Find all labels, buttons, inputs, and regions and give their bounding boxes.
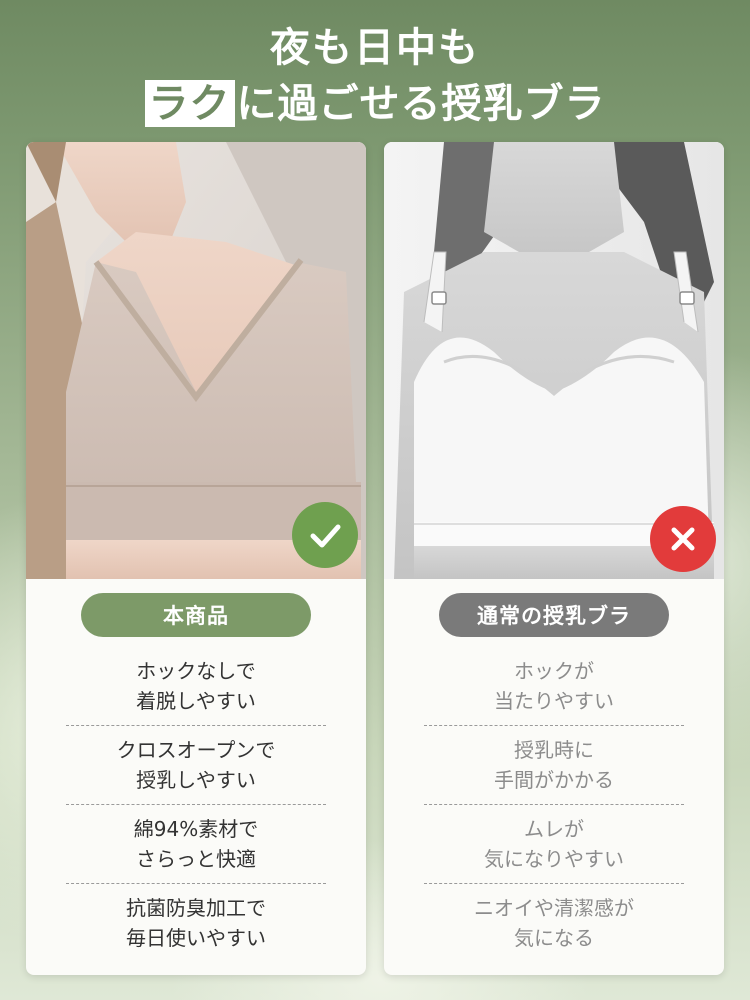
product-label-badge: 本商品 [81, 593, 311, 637]
feature-line-2: 当たりやすい [494, 689, 614, 713]
list-item: ホックなしで 着脱しやすい [26, 647, 366, 725]
feature-line-1: クロスオープンで [116, 738, 276, 762]
feature-line-1: 授乳時に [514, 738, 594, 762]
feature-line-2: 着脱しやすい [136, 689, 256, 713]
check-icon [310, 524, 341, 548]
list-item: クロスオープンで 授乳しやすい [26, 726, 366, 804]
feature-line-1: ホックなしで [136, 659, 256, 683]
comparison-feature-list: ホックが 当たりやすい 授乳時に 手間がかかる ムレが 気になりやすい ニオイや… [384, 647, 724, 962]
feature-line-2: 毎日使いやすい [126, 926, 266, 950]
headline-line-2-rest: に過ごせる授乳ブラ [236, 80, 606, 127]
product-feature-list: ホックなしで 着脱しやすい クロスオープンで 授乳しやすい 綿94%素材で さら… [26, 647, 366, 962]
list-item: ニオイや清潔感が 気になる [384, 884, 724, 962]
list-item: 抗菌防臭加工で 毎日使いやすい [26, 884, 366, 962]
headline: 夜も日中も ラク に過ごせる授乳ブラ [0, 22, 750, 132]
feature-line-1: ホックが [514, 659, 594, 683]
feature-line-1: ムレが [524, 817, 584, 841]
check-badge [292, 502, 358, 568]
list-item: 授乳時に 手間がかかる [384, 726, 724, 804]
feature-line-2: 手間がかかる [494, 768, 614, 792]
feature-line-2: さらっと快適 [136, 847, 256, 871]
headline-line-1: 夜も日中も [270, 24, 480, 71]
cross-badge [650, 506, 716, 572]
list-item: ホックが 当たりやすい [384, 647, 724, 725]
feature-line-2: 授乳しやすい [136, 768, 256, 792]
list-item: ムレが 気になりやすい [384, 805, 724, 883]
list-item: 綿94%素材で さらっと快適 [26, 805, 366, 883]
feature-line-1: 綿94%素材で [133, 817, 259, 841]
feature-line-2: 気になる [514, 926, 594, 950]
headline-highlight: ラク [144, 80, 235, 127]
cross-icon [671, 527, 695, 551]
feature-line-2: 気になりやすい [484, 847, 624, 871]
feature-line-1: 抗菌防臭加工で [126, 896, 266, 920]
comparison-card: 通常の授乳ブラ ホックが 当たりやすい 授乳時に 手間がかかる ムレが 気になり… [384, 142, 724, 975]
feature-line-1: ニオイや清潔感が [474, 896, 634, 920]
comparison-label-badge: 通常の授乳ブラ [439, 593, 669, 637]
headline-line-2: ラク に過ごせる授乳ブラ [0, 76, 750, 132]
product-card: 本商品 ホックなしで 着脱しやすい クロスオープンで 授乳しやすい 綿94%素材… [26, 142, 366, 975]
